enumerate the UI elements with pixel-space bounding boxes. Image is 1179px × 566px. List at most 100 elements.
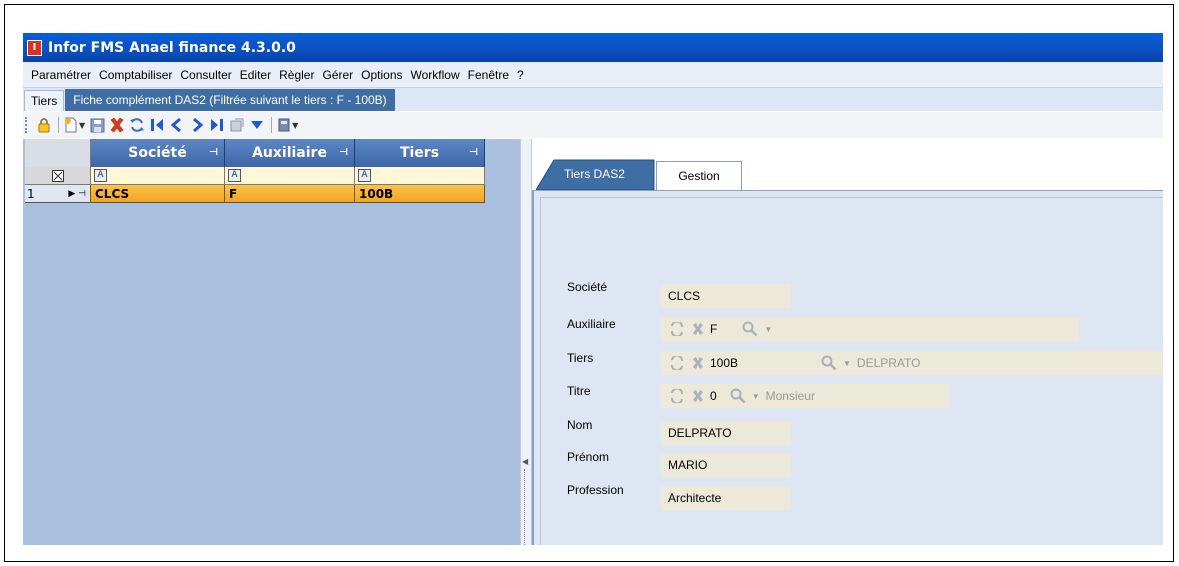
- label-profession: Profession: [567, 483, 624, 497]
- column-label-auxiliaire: Auxiliaire: [252, 145, 327, 161]
- clear-icon[interactable]: [689, 355, 707, 371]
- societe-value: CLCS: [668, 289, 701, 303]
- new-record-icon[interactable]: [62, 115, 80, 135]
- app-window: I Infor FMS Anael finance 4.3.0.0 Paramé…: [23, 33, 1163, 545]
- cell-tiers[interactable]: 100B: [355, 185, 485, 203]
- lock-icon[interactable]: [35, 115, 53, 135]
- field-prenom[interactable]: MARIO: [661, 453, 791, 477]
- refresh-icon[interactable]: [668, 388, 686, 404]
- menu-regler[interactable]: Règler: [279, 68, 314, 82]
- field-profession[interactable]: Architecte: [661, 486, 791, 510]
- search-icon[interactable]: [729, 388, 747, 404]
- tab-gestion[interactable]: Gestion: [656, 161, 742, 190]
- menu-gerer[interactable]: Gérer: [322, 68, 353, 82]
- filter-icon[interactable]: [248, 115, 266, 135]
- field-tiers[interactable]: 100B ▼ DELPRATO: [661, 351, 1163, 375]
- field-auxiliaire[interactable]: F ▼: [661, 317, 1079, 341]
- grid-filter-row: A A A: [25, 167, 485, 185]
- tiers-lookup-name: DELPRATO: [856, 356, 921, 370]
- menu-fenetre[interactable]: Fenêtre: [468, 68, 509, 82]
- clear-filter-icon[interactable]: [51, 169, 64, 182]
- dropdown-arrow-icon[interactable]: ▼: [843, 359, 851, 368]
- export-icon[interactable]: [228, 115, 246, 135]
- field-nom[interactable]: DELPRATO: [661, 421, 791, 445]
- tab-fiche-das2[interactable]: Fiche complément DAS2 (Filtrée suivant l…: [65, 89, 395, 111]
- tab-tiers-das2[interactable]: Tiers DAS2: [536, 159, 656, 190]
- pin-icon[interactable]: ⊣: [469, 147, 478, 158]
- column-header-auxiliaire[interactable]: Auxiliaire ⊣: [225, 139, 355, 167]
- cell-auxiliaire[interactable]: F: [225, 185, 355, 203]
- pin-icon[interactable]: ⊣: [209, 147, 218, 158]
- label-nom: Nom: [567, 418, 593, 432]
- filter-tiers[interactable]: A: [355, 167, 485, 185]
- first-record-icon[interactable]: [148, 115, 166, 135]
- form-area: Société CLCS Auxiliaire F ▼ Tiers 100B ▼…: [532, 191, 1163, 545]
- toolbar: ▼ ▼: [23, 112, 1163, 138]
- menu-bar: Paramétrer Comptabiliser Consulter Edite…: [23, 62, 1163, 88]
- last-record-icon[interactable]: [208, 115, 226, 135]
- save-icon[interactable]: [88, 115, 106, 135]
- label-societe: Société: [567, 280, 608, 294]
- print-dropdown-icon[interactable]: ▼: [292, 121, 298, 130]
- filter-text-icon: A: [94, 169, 107, 182]
- filter-societe[interactable]: A: [91, 167, 225, 185]
- label-tiers: Tiers: [567, 351, 594, 365]
- clear-icon[interactable]: [689, 388, 707, 404]
- current-row-arrow-icon: ▶ ⊣: [68, 188, 86, 199]
- previous-record-icon[interactable]: [168, 115, 186, 135]
- splitter-arrow-icon[interactable]: ◀: [522, 457, 528, 466]
- clear-icon[interactable]: [689, 321, 707, 337]
- titre-value: 0: [710, 389, 717, 403]
- label-auxiliaire: Auxiliaire: [567, 317, 616, 331]
- column-header-tiers[interactable]: Tiers ⊣: [355, 139, 485, 167]
- app-logo-icon: I: [27, 39, 42, 56]
- filter-clear-cell[interactable]: [25, 167, 91, 185]
- menu-editer[interactable]: Editer: [240, 68, 271, 82]
- toolbar-grip[interactable]: [25, 117, 30, 133]
- field-titre[interactable]: 0 ▼ Monsieur: [661, 384, 949, 408]
- new-record-dropdown-icon[interactable]: ▼: [79, 121, 85, 130]
- row-index: 1: [27, 186, 35, 201]
- detail-panel: Tiers DAS2 Gestion Société CLCS Auxiliai…: [532, 139, 1163, 545]
- auxiliaire-value: F: [710, 322, 718, 336]
- menu-help[interactable]: ?: [517, 68, 524, 82]
- dropdown-arrow-icon[interactable]: ▼: [764, 325, 772, 334]
- delete-icon[interactable]: [108, 115, 126, 135]
- dropdown-arrow-icon[interactable]: ▼: [752, 392, 760, 401]
- nom-value: DELPRATO: [668, 426, 732, 440]
- table-row[interactable]: 1 ▶ ⊣ CLCS F 100B: [25, 185, 485, 203]
- print-icon[interactable]: [275, 115, 293, 135]
- menu-parametrer[interactable]: Paramétrer: [31, 68, 91, 82]
- search-icon[interactable]: [820, 355, 838, 371]
- filter-text-icon: A: [358, 169, 371, 182]
- tab-tiers[interactable]: Tiers: [24, 90, 65, 111]
- search-icon[interactable]: [741, 321, 759, 337]
- panel-splitter[interactable]: ◀: [520, 139, 532, 545]
- field-societe[interactable]: CLCS: [661, 284, 791, 308]
- profession-value: Architecte: [668, 491, 722, 505]
- titre-lookup-name: Monsieur: [765, 389, 815, 403]
- refresh-icon[interactable]: [668, 321, 686, 337]
- filter-auxiliaire[interactable]: A: [225, 167, 355, 185]
- toolbar-separator: [58, 117, 59, 133]
- grid-header: Société ⊣ Auxiliaire ⊣ Tiers ⊣: [25, 139, 485, 167]
- prenom-value: MARIO: [668, 458, 708, 472]
- pin-icon[interactable]: ⊣: [339, 147, 348, 158]
- splitter-grip[interactable]: [524, 469, 528, 545]
- refresh-icon[interactable]: [128, 115, 146, 135]
- menu-options[interactable]: Options: [361, 68, 402, 82]
- next-record-icon[interactable]: [188, 115, 206, 135]
- row-indicator[interactable]: 1 ▶ ⊣: [25, 185, 91, 203]
- tab-tiers-das2-label: Tiers DAS2: [564, 167, 625, 181]
- column-header-societe[interactable]: Société ⊣: [91, 139, 225, 167]
- menu-workflow[interactable]: Workflow: [411, 68, 460, 82]
- menu-consulter[interactable]: Consulter: [180, 68, 231, 82]
- refresh-icon[interactable]: [668, 355, 686, 371]
- cell-societe[interactable]: CLCS: [91, 185, 225, 203]
- column-label-societe: Société: [128, 145, 187, 161]
- filter-text-icon: A: [228, 169, 241, 182]
- label-titre: Titre: [567, 384, 591, 398]
- detail-tab-strip: Tiers DAS2 Gestion: [532, 159, 1163, 191]
- menu-comptabiliser[interactable]: Comptabiliser: [99, 68, 172, 82]
- toolbar-separator: [271, 117, 273, 133]
